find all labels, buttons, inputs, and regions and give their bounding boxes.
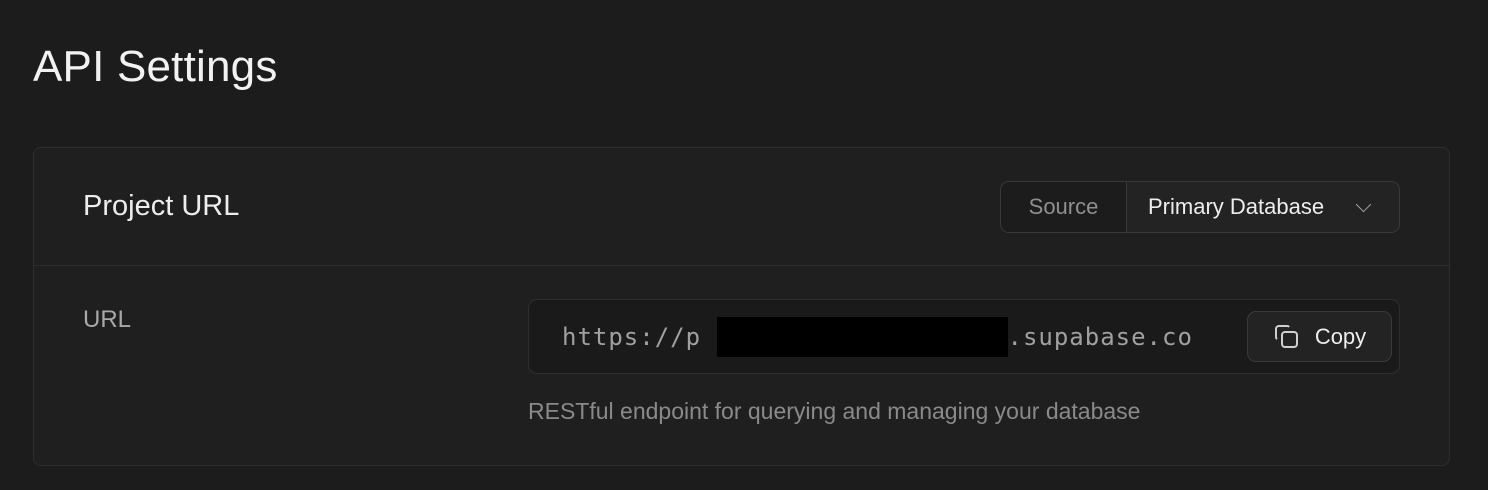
source-select[interactable]: Source Primary Database <box>1000 181 1400 233</box>
chevron-down-icon <box>1355 196 1372 212</box>
page-title: API Settings <box>33 42 278 91</box>
card-header: Project URL Source Primary Database <box>34 148 1449 266</box>
url-prefix: https://p <box>562 323 702 351</box>
copy-icon <box>1273 323 1301 351</box>
url-help-text: RESTful endpoint for querying and managi… <box>528 398 1141 424</box>
source-dropdown[interactable]: Primary Database <box>1127 182 1399 232</box>
url-label: URL <box>83 306 132 333</box>
copy-button[interactable]: Copy <box>1247 311 1392 362</box>
redaction-bar <box>717 317 1008 357</box>
url-suffix: t.supabase.co <box>992 323 1193 351</box>
project-url-card: Project URL Source Primary Database URL … <box>33 147 1450 466</box>
source-label: Source <box>1001 182 1127 232</box>
card-title: Project URL <box>83 190 240 222</box>
url-field[interactable]: https://p t.supabase.co Copy <box>528 299 1400 374</box>
page: API Settings Project URL Source Primary … <box>0 0 1488 490</box>
source-selected-value: Primary Database <box>1148 194 1325 219</box>
copy-label: Copy <box>1314 323 1367 349</box>
